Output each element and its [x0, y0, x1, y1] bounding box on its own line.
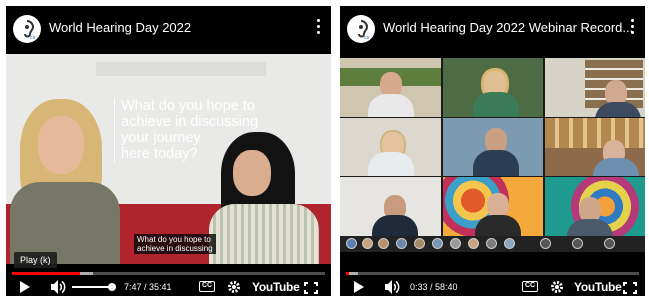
participant-tile: [443, 118, 543, 176]
video-frame[interactable]: What do you hope to achieve in discussin…: [6, 54, 331, 264]
progress-bar[interactable]: [346, 272, 639, 275]
avatar: [572, 238, 583, 249]
caption-line: achieve in discussing: [137, 244, 213, 253]
speaker-right: [209, 204, 319, 264]
time-display: 0:33 / 58:40: [410, 282, 458, 292]
captions-icon[interactable]: CC: [522, 281, 538, 292]
captions-icon[interactable]: CC: [199, 281, 215, 292]
participant-tile: [340, 177, 441, 236]
participant-tile: [545, 118, 645, 176]
avatar: [414, 238, 425, 249]
quote-line: What do you hope to: [121, 98, 255, 114]
video-title[interactable]: World Hearing Day 2022: [49, 20, 191, 35]
channel-logo-icon[interactable]: cs: [347, 15, 375, 43]
avatar: [504, 238, 515, 249]
video-player-1[interactable]: What do you hope to achieve in discussin…: [6, 6, 331, 296]
svg-text:cs: cs: [364, 35, 370, 41]
participant-tile: [443, 177, 543, 236]
player-controls: 7:47 / 35:41 CC YouTube: [6, 278, 331, 296]
youtube-logo[interactable]: YouTube: [252, 280, 300, 296]
fullscreen-icon[interactable]: [623, 281, 637, 294]
video-title[interactable]: World Hearing Day 2022 Webinar Record...: [383, 20, 633, 35]
volume-icon[interactable]: [384, 278, 400, 296]
avatar: [346, 238, 357, 249]
title-bar: cs World Hearing Day 2022: [6, 6, 331, 54]
caption-line: What do you hope to: [137, 235, 211, 244]
quote-line: your journey: [121, 130, 201, 146]
more-options-icon[interactable]: [631, 19, 635, 35]
volume-icon[interactable]: [50, 278, 66, 296]
speaker-left-face: [38, 116, 84, 174]
played-bar: [12, 272, 81, 275]
participant-tile: [340, 58, 441, 117]
avatar: [432, 238, 443, 249]
avatar: [468, 238, 479, 249]
title-bar: cs World Hearing Day 2022 Webinar Record…: [340, 6, 645, 54]
avatar: [450, 238, 461, 249]
player-controls: 0:33 / 58:40 CC YouTube: [340, 278, 645, 296]
channel-logo-icon[interactable]: cs: [13, 15, 41, 43]
more-options-icon[interactable]: [317, 19, 321, 35]
participant-tile: [545, 58, 645, 117]
subtitle-caption: What do you hope to achieve in discussin…: [134, 234, 216, 254]
volume-slider-handle[interactable]: [108, 283, 116, 291]
youtube-logo[interactable]: YouTube: [574, 280, 622, 296]
avatar: [540, 238, 551, 249]
avatar: [396, 238, 407, 249]
quote-line: achieve in discussing: [121, 114, 259, 130]
video-frame[interactable]: [340, 58, 645, 236]
volume-slider[interactable]: [72, 286, 112, 288]
quote-line: here today?: [121, 146, 198, 162]
play-icon[interactable]: [354, 281, 364, 293]
participant-tile: [340, 118, 441, 176]
participant-strip: [340, 236, 645, 252]
wall-decor: [96, 62, 266, 76]
participant-tile: [545, 177, 645, 236]
fullscreen-icon[interactable]: [304, 281, 318, 294]
avatar: [486, 238, 497, 249]
avatar: [362, 238, 373, 249]
video-player-2[interactable]: cs World Hearing Day 2022 Webinar Record…: [340, 6, 645, 296]
participant-tile: [443, 58, 543, 117]
time-display: 7:47 / 35:41: [124, 282, 172, 292]
settings-icon[interactable]: [227, 278, 241, 296]
play-tooltip: Play (k): [14, 252, 57, 268]
progress-bar[interactable]: [12, 272, 325, 275]
settings-icon[interactable]: [550, 278, 564, 296]
overlay-question: What do you hope to achieve in discussin…: [114, 98, 296, 162]
svg-text:cs: cs: [30, 35, 36, 41]
play-icon[interactable]: [20, 281, 30, 293]
avatar: [378, 238, 389, 249]
played-bar: [346, 272, 349, 275]
avatar: [604, 238, 615, 249]
